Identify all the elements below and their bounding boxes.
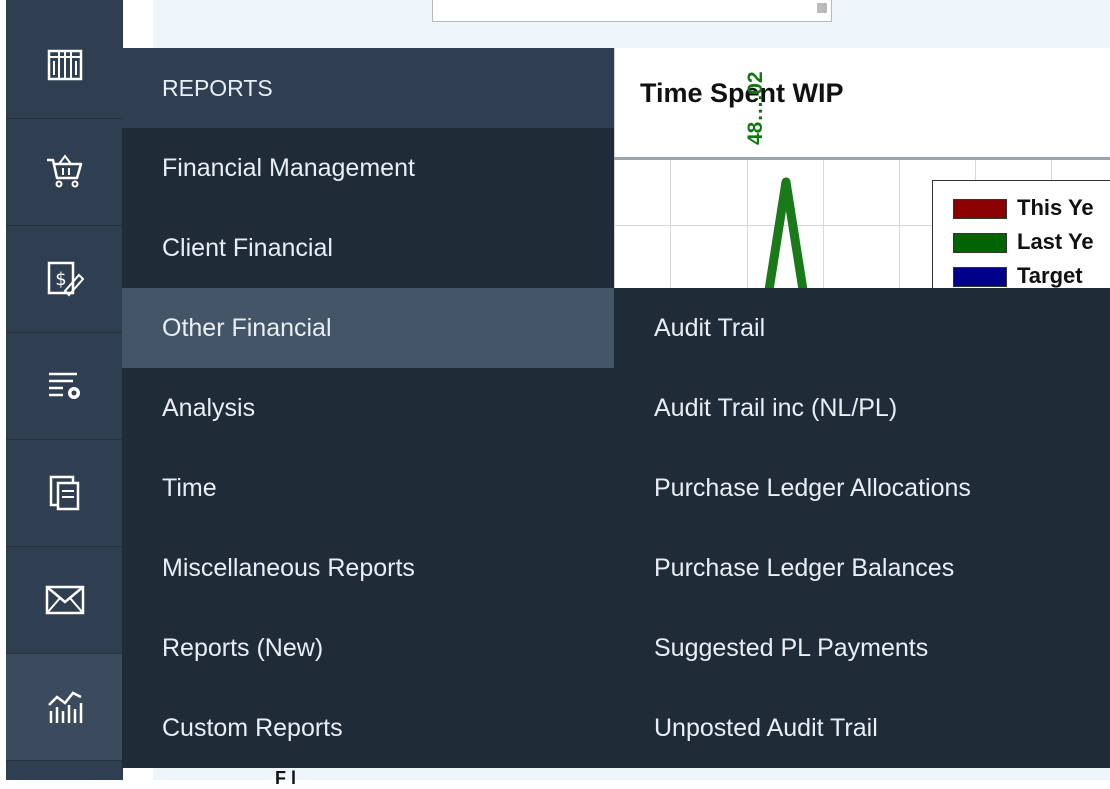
peak-data-label: 48….02 (744, 71, 767, 145)
background-bottom-text: F l (275, 768, 296, 788)
settings-list-icon (48, 372, 80, 399)
cart-icon (46, 154, 82, 188)
submenu-item-audit-trail-inc[interactable]: Audit Trail inc (NL/PL) (614, 368, 1110, 448)
submenu-item-pl-allocations[interactable]: Purchase Ledger Allocations (614, 448, 1110, 528)
reports-menu: REPORTS Financial Management Client Fina… (122, 48, 614, 768)
menu-header: REPORTS (122, 48, 614, 128)
documents-icon (49, 475, 79, 511)
background-input[interactable] (432, 0, 832, 22)
legend-label: Target (1017, 263, 1083, 288)
reports-chart-icon (47, 691, 82, 723)
menu-item-client-financial[interactable]: Client Financial (122, 208, 614, 288)
rail-item-library[interactable] (6, 12, 123, 119)
legend-swatch (953, 199, 1007, 220)
submenu-item-pl-balances[interactable]: Purchase Ledger Balances (614, 528, 1110, 608)
rail-item-invoice[interactable]: $ (6, 226, 123, 333)
invoice-icon: $ (47, 261, 84, 297)
library-icon (47, 49, 82, 81)
legend-swatch (953, 267, 1007, 288)
svg-text:$: $ (55, 269, 66, 290)
legend-swatch (953, 233, 1007, 254)
menu-item-financial-management[interactable]: Financial Management (122, 128, 614, 208)
legend-item-last-year: Last Ye (953, 229, 1094, 255)
menu-item-custom-reports[interactable]: Custom Reports (122, 688, 614, 768)
submenu-item-suggested-pl-payments[interactable]: Suggested PL Payments (614, 608, 1110, 688)
dropdown-arrow-icon[interactable] (817, 3, 827, 13)
legend-label: This Ye (1017, 195, 1094, 220)
menu-item-time[interactable]: Time (122, 448, 614, 528)
rail-item-cart[interactable] (6, 119, 123, 226)
menu-item-reports-new[interactable]: Reports (New) (122, 608, 614, 688)
menu-item-other-financial[interactable]: Other Financial (122, 288, 614, 368)
rail-item-mail[interactable] (6, 547, 123, 654)
chart-legend: This Ye Last Ye Target (932, 180, 1110, 292)
chart-line-svg (764, 177, 808, 290)
menu-item-analysis[interactable]: Analysis (122, 368, 614, 448)
submenu-item-audit-trail[interactable]: Audit Trail (614, 288, 1110, 368)
mail-icon (45, 585, 84, 615)
rail-item-settings-list[interactable] (6, 333, 123, 440)
legend-item-this-year: This Ye (953, 195, 1094, 221)
other-financial-submenu: Audit Trail Audit Trail inc (NL/PL) Purc… (614, 288, 1110, 768)
submenu-item-unposted-audit-trail[interactable]: Unposted Audit Trail (614, 688, 1110, 768)
legend-label: Last Ye (1017, 229, 1094, 254)
legend-item-target: Target (953, 263, 1083, 289)
menu-item-miscellaneous-reports[interactable]: Miscellaneous Reports (122, 528, 614, 608)
icon-rail: $ (6, 0, 123, 780)
rail-item-documents[interactable] (6, 440, 123, 547)
last-year-line (764, 177, 808, 290)
chart-title: Time Spent WIP (640, 78, 844, 108)
rail-item-reports[interactable] (6, 654, 123, 761)
